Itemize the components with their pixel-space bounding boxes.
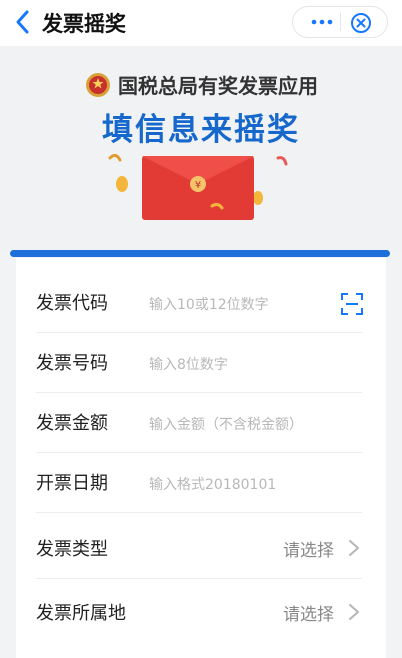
- hero-app-heading: 国税总局有奖发票应用: [0, 70, 402, 99]
- invoice-date-row[interactable]: 开票日期 输入格式20180101: [16, 453, 386, 513]
- invoice-code-input[interactable]: 输入10或12位数字: [149, 294, 269, 314]
- field-label: 发票金额: [36, 413, 108, 434]
- invoice-type-select[interactable]: 请选择: [283, 536, 334, 561]
- invoice-type-row[interactable]: 发票类型 请选择: [16, 515, 386, 579]
- invoice-amount-input[interactable]: 输入金额（不含税金额）: [149, 414, 303, 434]
- scan-icon[interactable]: [340, 292, 364, 316]
- page-title: 发票摇奖: [42, 12, 126, 36]
- close-circle-icon[interactable]: [350, 12, 372, 34]
- top-nav-bar: 发票摇奖: [0, 0, 402, 46]
- chevron-left-icon[interactable]: [10, 8, 38, 36]
- hero-title: 填信息来摇奖: [102, 112, 300, 148]
- invoice-number-row[interactable]: 发票号码 输入8位数字: [16, 333, 386, 393]
- invoice-region-row[interactable]: 发票所属地 请选择: [16, 579, 386, 643]
- field-label: 发票类型: [36, 539, 108, 560]
- card-top-accent: [10, 250, 390, 257]
- envelope-symbol: ¥: [195, 180, 201, 191]
- field-label: 开票日期: [36, 473, 108, 494]
- field-label: 发票代码: [36, 293, 108, 314]
- chevron-right-icon: [349, 540, 359, 556]
- national-emblem-icon: [86, 72, 110, 97]
- capsule-divider: [340, 13, 341, 31]
- invoice-amount-row[interactable]: 发票金额 输入金额（不含税金额）: [16, 393, 386, 453]
- red-envelope-icon: ¥: [108, 153, 288, 220]
- chevron-right-icon: [349, 604, 359, 620]
- invoice-date-input[interactable]: 输入格式20180101: [149, 474, 276, 494]
- hero-app-name: 国税总局有奖发票应用: [118, 74, 318, 98]
- field-label: 发票号码: [36, 353, 108, 374]
- invoice-region-select[interactable]: 请选择: [283, 600, 334, 625]
- more-dots-icon[interactable]: [310, 16, 334, 28]
- invoice-number-input[interactable]: 输入8位数字: [149, 354, 228, 374]
- invoice-form: 发票代码 输入10或12位数字 发票号码 输入8位数字 发票金额 输入金额（不含…: [16, 258, 386, 658]
- hero-banner: 国税总局有奖发票应用 填信息来摇奖 ¥: [0, 46, 402, 251]
- invoice-code-row[interactable]: 发票代码 输入10或12位数字: [16, 273, 386, 333]
- field-label: 发票所属地: [36, 603, 126, 624]
- mini-app-capsule: [292, 6, 388, 38]
- row-divider: [36, 512, 362, 513]
